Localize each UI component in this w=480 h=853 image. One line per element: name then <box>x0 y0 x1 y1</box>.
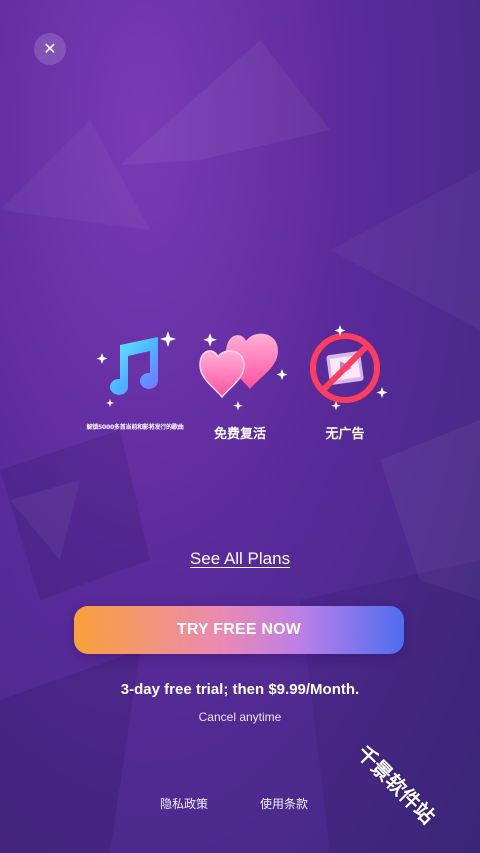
cancel-anytime-text: Cancel anytime <box>198 710 282 724</box>
no-ads-icon <box>280 322 410 414</box>
privacy-policy-link[interactable]: 隐私政策 <box>160 795 208 812</box>
see-all-plans-link[interactable]: See All Plans <box>0 549 480 569</box>
feature-label: 无广告 <box>325 427 365 442</box>
trial-info-text: 3-day free trial; then $9.99/Month. <box>120 681 360 698</box>
watermark: 千景软件站 <box>352 740 440 829</box>
feature-no-ads: 无广告 <box>280 322 410 442</box>
try-free-now-label: TRY FREE NOW <box>176 621 302 638</box>
close-button[interactable]: ✕ <box>34 33 66 65</box>
try-free-now-button[interactable]: TRY FREE NOW <box>74 606 404 654</box>
terms-of-use-link[interactable]: 使用条款 <box>260 795 308 812</box>
close-icon: ✕ <box>43 39 57 58</box>
